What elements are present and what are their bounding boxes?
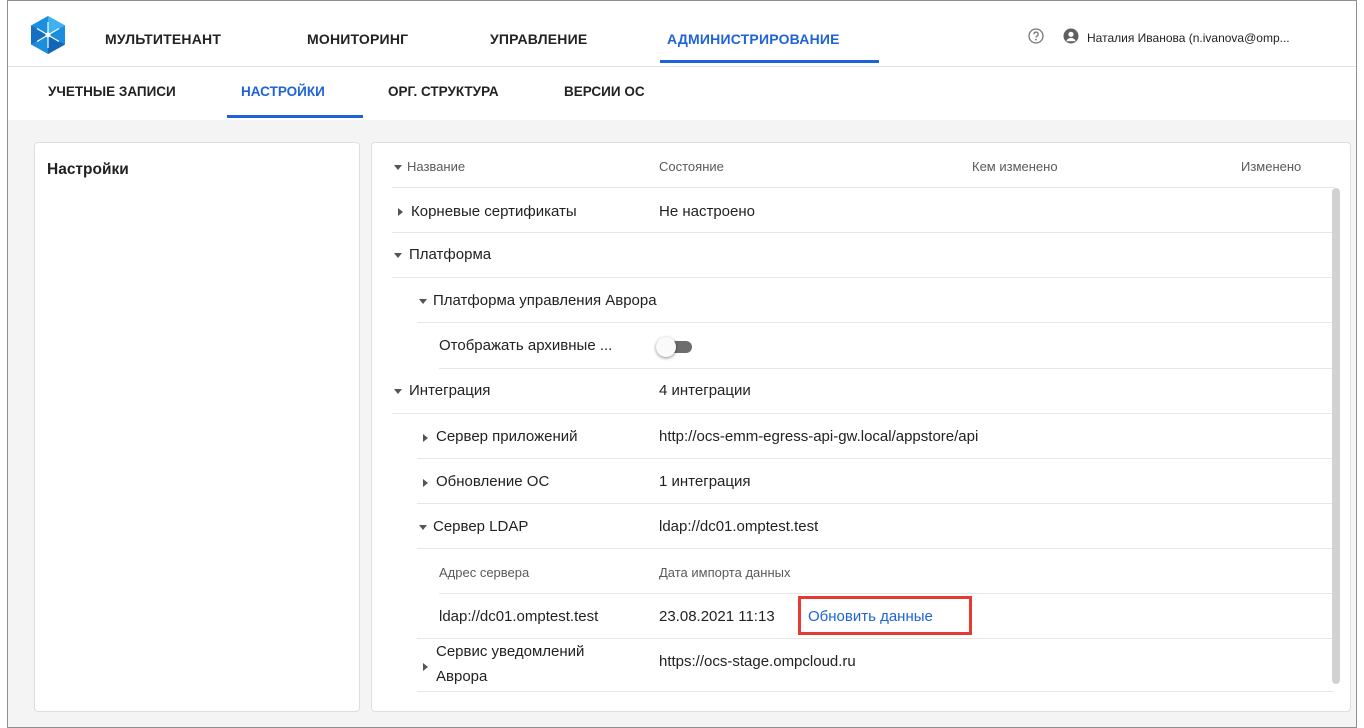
ldap-import-date-label: Дата импорта данных [659, 565, 791, 580]
row-divider [392, 413, 1334, 414]
toggle-knob [656, 337, 676, 357]
row-name: Интеграция [409, 382, 491, 399]
row-divider [439, 593, 1334, 594]
sidebar-title: Настройки [47, 161, 129, 178]
highlight-box [798, 596, 972, 635]
row-divider [417, 503, 1334, 504]
active-subtab-indicator [227, 115, 363, 118]
topnav-multitenant[interactable]: МУЛЬТИТЕНАНТ [105, 31, 221, 47]
ldap-import-date-value: 23.08.2021 11:13 [659, 608, 775, 625]
ldap-address-value: ldap://dc01.omptest.test [439, 608, 599, 625]
topnav-management[interactable]: УПРАВЛЕНИЕ [490, 31, 587, 47]
row-state: Не настроено [659, 203, 755, 220]
collapse-arrow-icon[interactable] [394, 253, 402, 258]
collapse-arrow-icon[interactable] [419, 299, 427, 304]
column-header-state[interactable]: Состояние [659, 159, 724, 174]
row-divider [417, 691, 1334, 692]
expand-arrow-icon[interactable] [398, 208, 403, 216]
row-divider [417, 322, 1334, 323]
row-state: 4 интеграции [659, 382, 751, 399]
header-divider [392, 187, 1334, 188]
ldap-address-label: Адрес сервера [439, 565, 530, 580]
row-divider [392, 277, 1334, 278]
expand-arrow-icon[interactable] [423, 663, 428, 671]
row-state: 1 интеграция [659, 473, 751, 490]
topnav-administration[interactable]: АДМИНИСТРИРОВАНИЕ [667, 31, 840, 47]
row-divider [417, 458, 1334, 459]
row-name: Платформа [409, 246, 492, 263]
sub-navigation: УЧЕТНЫЕ ЗАПИСИ НАСТРОЙКИ ОРГ. СТРУКТУРА … [8, 68, 1356, 120]
top-navigation-bar: МУЛЬТИТЕНАНТ МОНИТОРИНГ УПРАВЛЕНИЕ АДМИН… [8, 1, 1356, 67]
column-header-name[interactable]: Название [407, 159, 465, 174]
tab-accounts[interactable]: УЧЕТНЫЕ ЗАПИСИ [48, 84, 176, 99]
row-state: ldap://dc01.omptest.test [659, 518, 819, 535]
column-header-changed-at[interactable]: Изменено [1241, 159, 1301, 174]
row-name: Сервис уведомлений [436, 643, 585, 660]
row-name: Платформа управления Аврора [433, 292, 657, 309]
row-name: Обновление ОС [436, 473, 550, 490]
archive-toggle[interactable] [656, 337, 694, 357]
row-name: Корневые сертификаты [411, 203, 577, 220]
user-name[interactable]: Наталия Иванова (n.ivanova@omp... [1087, 31, 1355, 45]
row-divider [392, 232, 1334, 233]
row-name-line2: Аврора [436, 668, 488, 685]
sort-caret-icon[interactable] [394, 165, 402, 170]
row-divider [439, 368, 1334, 369]
settings-sidebar: Настройки [34, 142, 360, 712]
user-avatar-icon[interactable] [1063, 28, 1079, 44]
tab-settings[interactable]: НАСТРОЙКИ [241, 84, 325, 99]
column-header-changed-by[interactable]: Кем изменено [972, 159, 1058, 174]
settings-table: Название Состояние Кем изменено Изменено… [371, 142, 1351, 712]
vertical-scrollbar[interactable] [1332, 188, 1340, 684]
collapse-arrow-icon[interactable] [419, 525, 427, 530]
expand-arrow-icon[interactable] [423, 479, 428, 487]
row-state: https://ocs-stage.ompcloud.ru [659, 653, 856, 670]
active-tab-indicator [660, 60, 879, 63]
help-icon[interactable] [1028, 28, 1044, 44]
row-divider [417, 548, 1334, 549]
tab-org-structure[interactable]: ОРГ. СТРУКТУРА [388, 84, 499, 99]
tab-os-versions[interactable]: ВЕРСИИ ОС [564, 84, 645, 99]
row-name: Сервер приложений [436, 428, 578, 445]
collapse-arrow-icon[interactable] [394, 389, 402, 394]
topnav-monitoring[interactable]: МОНИТОРИНГ [307, 31, 408, 47]
row-name: Сервер LDAP [433, 518, 529, 535]
expand-arrow-icon[interactable] [423, 434, 428, 442]
row-name: Отображать архивные ... [439, 337, 613, 354]
row-state: http://ocs-emm-egress-api-gw.local/appst… [659, 428, 979, 445]
app-window: МУЛЬТИТЕНАНТ МОНИТОРИНГ УПРАВЛЕНИЕ АДМИН… [7, 0, 1357, 728]
row-divider [417, 638, 1334, 639]
logo-icon [31, 16, 65, 54]
